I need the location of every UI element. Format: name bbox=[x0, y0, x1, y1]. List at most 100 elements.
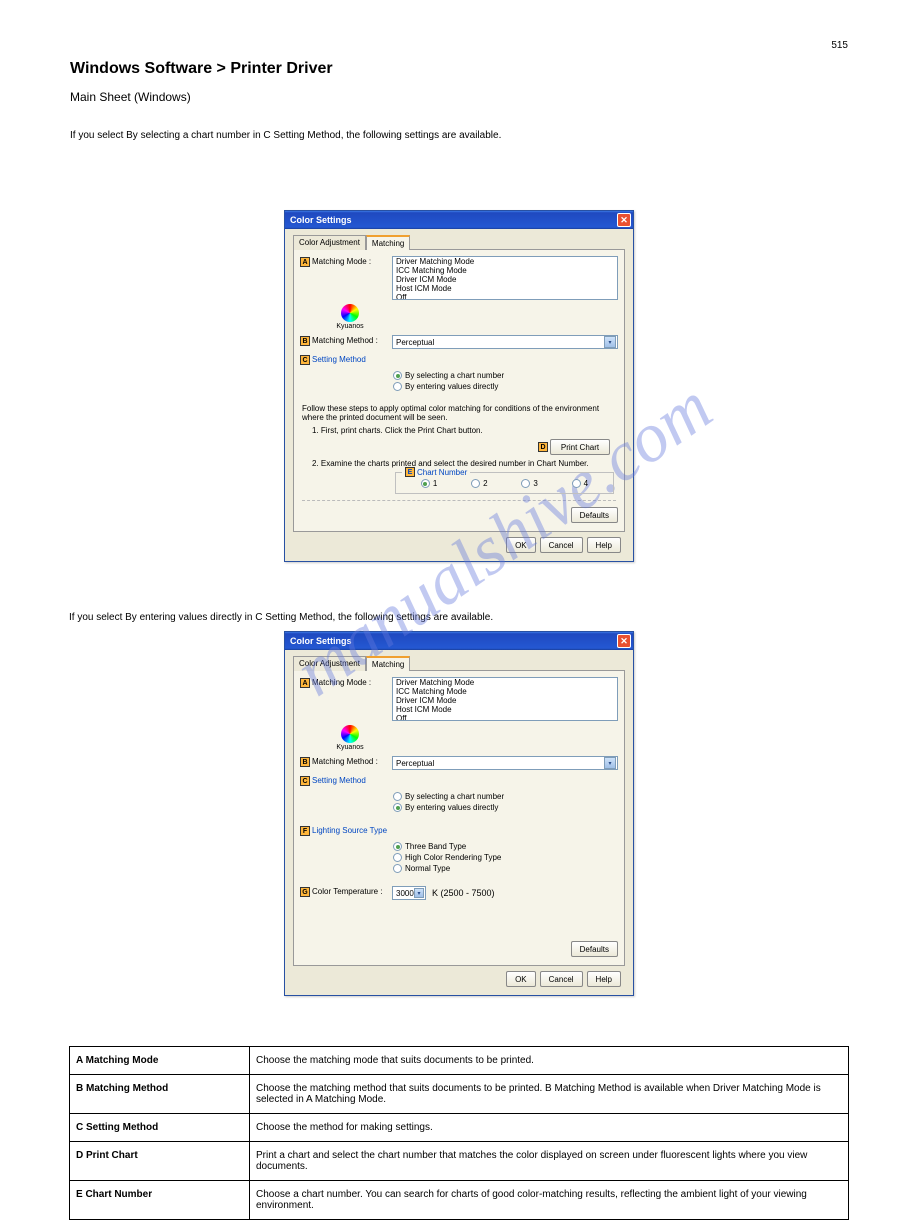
close-icon[interactable]: ✕ bbox=[617, 634, 631, 648]
radio-chart-2[interactable]: 2 bbox=[471, 478, 487, 489]
radio-label: By entering values directly bbox=[405, 382, 498, 391]
cancel-button[interactable]: Cancel bbox=[540, 537, 583, 553]
color-temp-label: Color Temperature : bbox=[312, 887, 383, 896]
titlebar: Color Settings ✕ bbox=[285, 211, 633, 229]
color-settings-dialog-2: Color Settings ✕ Color Adjustment Matchi… bbox=[284, 631, 634, 996]
radio-label: 1 bbox=[433, 479, 437, 488]
radio-chart-3[interactable]: 3 bbox=[521, 478, 537, 489]
matching-mode-label: Matching Mode : bbox=[312, 257, 371, 266]
chevron-down-icon[interactable]: ▾ bbox=[604, 336, 616, 348]
radio-chart-number[interactable]: By selecting a chart number bbox=[393, 370, 606, 381]
table-value: Print a chart and select the chart numbe… bbox=[250, 1142, 849, 1181]
table-row: B Matching MethodChoose the matching met… bbox=[70, 1075, 849, 1114]
list-item[interactable]: Host ICM Mode bbox=[393, 284, 617, 293]
radio-high-color[interactable]: High Color Rendering Type bbox=[393, 852, 606, 863]
temp-value: 3000 bbox=[396, 889, 414, 898]
radio-icon bbox=[393, 371, 402, 380]
letter-f-icon: F bbox=[300, 826, 310, 836]
tab-matching[interactable]: Matching bbox=[366, 235, 410, 250]
tab-color-adjustment[interactable]: Color Adjustment bbox=[293, 235, 366, 250]
table-value: Choose the matching method that suits do… bbox=[250, 1075, 849, 1114]
intro-text: If you select By selecting a chart numbe… bbox=[70, 130, 850, 141]
section-heading: Main Sheet (Windows) bbox=[70, 90, 191, 104]
defaults-button[interactable]: Defaults bbox=[571, 507, 618, 523]
dialog-title: Color Settings bbox=[290, 215, 352, 225]
tab-color-adjustment[interactable]: Color Adjustment bbox=[293, 656, 366, 671]
color-wheel-icon bbox=[341, 725, 359, 743]
table-key: D Print Chart bbox=[70, 1142, 250, 1181]
kyuanos-label: Kyuanos bbox=[312, 323, 388, 330]
middle-text: If you select By entering values directl… bbox=[69, 612, 849, 623]
ok-button[interactable]: OK bbox=[506, 537, 536, 553]
cancel-button[interactable]: Cancel bbox=[540, 971, 583, 987]
list-item[interactable]: Driver ICM Mode bbox=[393, 696, 617, 705]
lighting-source-label: Lighting Source Type bbox=[312, 826, 387, 835]
setting-method-label: Setting Method bbox=[312, 776, 366, 785]
radio-icon bbox=[471, 479, 480, 488]
table-key: A Matching Mode bbox=[70, 1047, 250, 1075]
radio-icon bbox=[421, 479, 430, 488]
matching-mode-label: Matching Mode : bbox=[312, 678, 371, 687]
letter-e-icon: E bbox=[405, 467, 415, 477]
radio-chart-number[interactable]: By selecting a chart number bbox=[393, 791, 606, 802]
color-temp-field[interactable]: 3000 ▾ bbox=[392, 886, 426, 900]
print-chart-button[interactable]: Print Chart bbox=[550, 439, 610, 455]
table-row: A Matching ModeChoose the matching mode … bbox=[70, 1047, 849, 1075]
select-value: Perceptual bbox=[396, 759, 434, 768]
page-number: 515 bbox=[831, 40, 848, 51]
list-item[interactable]: Driver Matching Mode bbox=[393, 257, 617, 266]
step-1: 1. First, print charts. Click the Print … bbox=[312, 426, 616, 435]
tab-matching[interactable]: Matching bbox=[366, 656, 410, 671]
list-item[interactable]: Off bbox=[393, 714, 617, 721]
radio-label: 3 bbox=[533, 479, 537, 488]
ok-button[interactable]: OK bbox=[506, 971, 536, 987]
parameters-table: A Matching ModeChoose the matching mode … bbox=[69, 1046, 849, 1220]
radio-label: 2 bbox=[483, 479, 487, 488]
radio-label: 4 bbox=[584, 479, 588, 488]
list-item[interactable]: Driver ICM Mode bbox=[393, 275, 617, 284]
radio-icon bbox=[572, 479, 581, 488]
table-row: E Chart NumberChoose a chart number. You… bbox=[70, 1181, 849, 1220]
table-row: D Print ChartPrint a chart and select th… bbox=[70, 1142, 849, 1181]
radio-chart-4[interactable]: 4 bbox=[572, 478, 588, 489]
letter-b-icon: B bbox=[300, 336, 310, 346]
radio-icon bbox=[393, 853, 402, 862]
letter-g-icon: G bbox=[300, 887, 310, 897]
kyuanos-label: Kyuanos bbox=[312, 744, 388, 751]
radio-three-band[interactable]: Three Band Type bbox=[393, 841, 606, 852]
list-item[interactable]: Host ICM Mode bbox=[393, 705, 617, 714]
radio-enter-values[interactable]: By entering values directly bbox=[393, 381, 606, 392]
temp-range: K (2500 - 7500) bbox=[432, 888, 495, 898]
matching-method-select[interactable]: Perceptual ▾ bbox=[392, 756, 618, 770]
radio-label: High Color Rendering Type bbox=[405, 853, 501, 862]
chevron-down-icon[interactable]: ▾ bbox=[414, 888, 424, 898]
list-item[interactable]: Off bbox=[393, 293, 617, 300]
list-item[interactable]: Driver Matching Mode bbox=[393, 678, 617, 687]
help-button[interactable]: Help bbox=[587, 537, 621, 553]
radio-normal[interactable]: Normal Type bbox=[393, 863, 606, 874]
letter-c-icon: C bbox=[300, 776, 310, 786]
radio-icon bbox=[521, 479, 530, 488]
radio-enter-values[interactable]: By entering values directly bbox=[393, 802, 606, 813]
matching-method-select[interactable]: Perceptual ▾ bbox=[392, 335, 618, 349]
table-key: E Chart Number bbox=[70, 1181, 250, 1220]
chevron-down-icon[interactable]: ▾ bbox=[604, 757, 616, 769]
help-button[interactable]: Help bbox=[587, 971, 621, 987]
letter-a-icon: A bbox=[300, 678, 310, 688]
table-value: Choose the method for making settings. bbox=[250, 1114, 849, 1142]
list-item[interactable]: ICC Matching Mode bbox=[393, 266, 617, 275]
close-icon[interactable]: ✕ bbox=[617, 213, 631, 227]
matching-mode-list[interactable]: Driver Matching Mode ICC Matching Mode D… bbox=[392, 256, 618, 300]
color-settings-dialog-1: Color Settings ✕ Color Adjustment Matchi… bbox=[284, 210, 634, 562]
select-value: Perceptual bbox=[396, 338, 434, 347]
matching-mode-list[interactable]: Driver Matching Mode ICC Matching Mode D… bbox=[392, 677, 618, 721]
chart-number-label: Chart Number bbox=[417, 468, 467, 477]
setting-method-label: Setting Method bbox=[312, 355, 366, 364]
radio-chart-1[interactable]: 1 bbox=[421, 478, 437, 489]
letter-b-icon: B bbox=[300, 757, 310, 767]
chart-number-group: EChart Number 1 2 3 4 bbox=[395, 472, 614, 494]
radio-label: By selecting a chart number bbox=[405, 792, 504, 801]
list-item[interactable]: ICC Matching Mode bbox=[393, 687, 617, 696]
table-row: C Setting MethodChoose the method for ma… bbox=[70, 1114, 849, 1142]
defaults-button[interactable]: Defaults bbox=[571, 941, 618, 957]
